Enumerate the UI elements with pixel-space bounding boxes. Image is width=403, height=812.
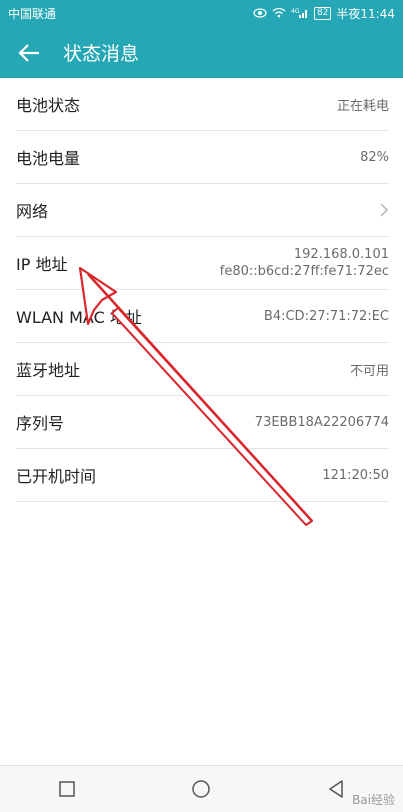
row-value: 不可用: [349, 363, 389, 379]
row-value: 121:20:50: [322, 467, 389, 483]
row-value: 73EBB18A22206774: [254, 414, 389, 430]
chevron-right-icon: [380, 203, 389, 217]
row-bluetooth-address: 蓝牙地址 不可用: [16, 343, 389, 396]
back-button[interactable]: [16, 40, 42, 66]
square-icon: [59, 781, 75, 797]
watermark: Bai经验: [352, 793, 395, 807]
row-label: 电池电量: [16, 149, 81, 168]
row-label: WLAN MAC 地址: [16, 308, 142, 327]
status-icons: 4G 82 半夜11:44: [253, 5, 395, 22]
row-label: 蓝牙地址: [16, 361, 81, 380]
row-value: 正在耗电: [336, 98, 389, 114]
row-battery-status: 电池状态 正在耗电: [16, 78, 389, 131]
status-bar: 中国联通 4G 82 半夜11:44: [0, 0, 403, 27]
row-value: 82%: [360, 149, 389, 165]
back-arrow-icon: [18, 43, 39, 62]
row-label: 已开机时间: [16, 467, 97, 486]
wifi-icon: [272, 7, 286, 20]
row-ip-address: IP 地址 192.168.0.101 fe80::b6cd:27ff:fe71…: [16, 237, 389, 290]
signal-type-label: 4G: [291, 8, 300, 15]
row-label: 序列号: [16, 414, 65, 433]
row-label: 电池状态: [16, 96, 81, 115]
row-network[interactable]: 网络: [16, 184, 389, 237]
row-label: 网络: [16, 202, 49, 221]
row-serial-number: 序列号 73EBB18A22206774: [16, 396, 389, 449]
row-label: IP 地址: [16, 255, 68, 274]
status-info-list: 电池状态 正在耗电 电池电量 82% 网络 IP 地址 192.168.0.10…: [0, 78, 403, 502]
nav-back-button[interactable]: [321, 774, 351, 804]
ipv4-value: 192.168.0.101: [293, 247, 389, 262]
battery-icon: 82: [313, 7, 332, 20]
nav-bar: [0, 765, 403, 812]
carrier-name: 中国联通: [8, 7, 57, 21]
ipv6-value: fe80::b6cd:27ff:fe71:72ec: [219, 264, 389, 279]
clock: 半夜11:44: [336, 7, 395, 21]
recents-button[interactable]: [52, 774, 82, 804]
row-battery-level: 电池电量 82%: [16, 131, 389, 184]
triangle-back-icon: [329, 780, 343, 798]
page-title: 状态消息: [63, 43, 140, 65]
row-uptime: 已开机时间 121:20:50: [16, 449, 389, 502]
ip-values: 192.168.0.101 fe80::b6cd:27ff:fe71:72ec: [220, 246, 389, 280]
app-bar: 状态消息: [0, 27, 403, 78]
circle-icon: [192, 780, 211, 798]
row-value: B4:CD:27:71:72:EC: [263, 308, 389, 324]
eye-icon: [253, 7, 267, 20]
cellular-signal-icon: 4G: [291, 7, 309, 21]
row-wlan-mac: WLAN MAC 地址 B4:CD:27:71:72:EC: [16, 290, 389, 343]
home-button[interactable]: [186, 774, 216, 804]
